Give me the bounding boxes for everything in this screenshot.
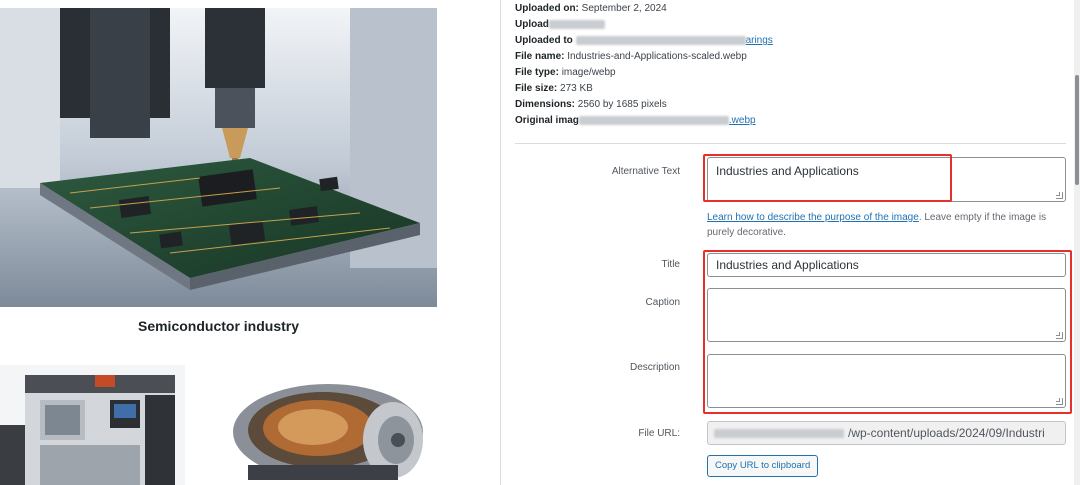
redacted-author — [548, 19, 605, 29]
title-input[interactable]: Industries and Applications — [707, 253, 1066, 277]
file-url-label: File URL: — [638, 428, 680, 439]
dimensions: Dimensions: 2560 by 1685 pixels — [515, 99, 667, 110]
redacted-original-link — [578, 115, 729, 125]
redacted-domain — [714, 429, 844, 439]
scrollbar[interactable] — [1074, 0, 1080, 485]
uploaded-to-link[interactable]: arings — [746, 35, 773, 46]
description-textarea[interactable] — [707, 354, 1066, 408]
caption-label: Caption — [645, 297, 680, 308]
file-type: File type: image/webp — [515, 67, 616, 78]
caption-textarea[interactable] — [707, 288, 1066, 342]
title-label: Title — [661, 259, 680, 270]
file-url-input[interactable]: /wp-content/uploads/2024/09/Industri — [707, 421, 1066, 445]
semiconductor-pcb-photo — [0, 8, 437, 307]
file-name: File name: Industries-and-Applications-s… — [515, 51, 747, 62]
preview-caption: Semiconductor industry — [137, 318, 300, 334]
panel-divider — [500, 0, 501, 485]
attachment-preview: Semiconductor industry — [0, 0, 500, 485]
uploaded-by: Upload — [515, 18, 605, 32]
attachment-details: Uploaded on: September 2, 2024 Upload Up… — [515, 0, 1075, 485]
alt-text-textarea[interactable]: Industries and Applications — [707, 157, 1066, 202]
copy-url-button[interactable]: Copy URL to clipboard — [707, 455, 819, 477]
original-image-link[interactable]: .webp — [729, 115, 756, 126]
uploaded-to: Uploaded to arings — [515, 35, 773, 46]
alt-text-label: Alternative Text — [611, 166, 680, 177]
file-size: File size: 273 KB — [515, 83, 593, 94]
engine-cutaway-photo — [218, 370, 433, 485]
redacted-post-link — [575, 35, 746, 45]
description-label: Description — [629, 362, 680, 373]
original-image: Original imag .webp — [515, 115, 756, 126]
uploaded-on: Uploaded on: September 2, 2024 — [515, 3, 667, 14]
resize-handle-icon[interactable] — [1056, 398, 1063, 405]
section-divider — [515, 143, 1066, 144]
resize-handle-icon[interactable] — [1056, 332, 1063, 339]
alt-text-help-link[interactable]: Learn how to describe the purpose of the… — [707, 212, 919, 223]
cnc-machine-photo — [0, 365, 185, 485]
scrollbar-thumb[interactable] — [1075, 75, 1079, 185]
alt-text-help: Learn how to describe the purpose of the… — [707, 212, 1047, 238]
resize-handle-icon[interactable] — [1056, 192, 1063, 199]
